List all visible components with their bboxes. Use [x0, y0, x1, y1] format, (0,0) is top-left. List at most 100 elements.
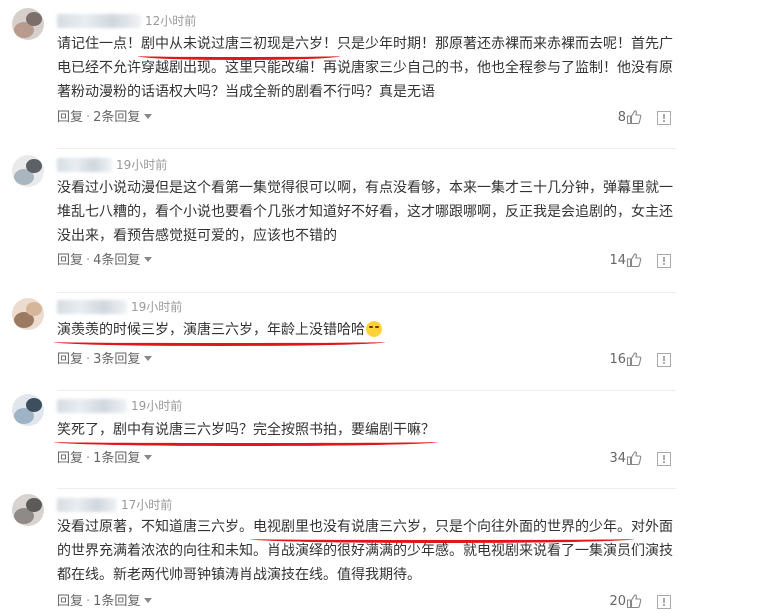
comment-text-segment: 电已经不允许穿越剧出现。这里只能改编！再说唐家三少自己的书，他也全程参与了监制！…: [57, 60, 673, 76]
separator: ·: [86, 110, 91, 125]
comment-author: 19小时前: [57, 154, 167, 172]
comment-divider: [57, 390, 676, 391]
report-icon[interactable]: [657, 595, 671, 609]
comment-text-line: 没看过原著，不知道唐三六岁。电视剧里也没有说唐三六岁，只是个向往外面的世界的少年…: [57, 515, 677, 543]
separator: ·: [86, 253, 91, 268]
highlighted-text-content: 笑死了，剧中有说唐三六岁吗？完全按照书拍，要编剧干嘛？: [57, 422, 435, 438]
username-redacted[interactable]: [57, 13, 141, 28]
replies-count: 3条回复: [93, 352, 141, 367]
avatar-shape: [26, 398, 42, 412]
comment-text-segment: 对外面: [631, 519, 673, 535]
replies-count: 1条回复: [93, 594, 141, 609]
separator: ·: [86, 594, 91, 609]
comment-time: 19小时前: [131, 300, 183, 314]
view-replies-button[interactable]: 3条回复: [93, 351, 153, 369]
avatar-shape: [26, 159, 42, 173]
username-redacted[interactable]: [57, 497, 117, 512]
report-icon[interactable]: [657, 452, 671, 466]
report-icon[interactable]: [657, 254, 671, 268]
separator: ·: [86, 451, 91, 466]
comment-text-segment: 的世界充满着浓浓的向往和未知。肖战演绎的很好满满的少年感。就电视剧来说看了一集演…: [57, 543, 673, 559]
comment-time: 17小时前: [121, 498, 173, 512]
highlighted-text-content: 剧中从未说过唐三初现是六岁！: [141, 36, 337, 52]
reply-button[interactable]: 回复: [57, 252, 83, 270]
comment-actions: 回复 · 4条回复: [57, 252, 153, 270]
comment-text-line: 演羡羡的时候三岁，演唐三六岁，年龄上没错哈哈: [54, 318, 677, 346]
username-redacted[interactable]: [57, 157, 112, 172]
comment-divider: [57, 148, 676, 149]
comment-text-segment: 没看过原著，不知道唐三六岁。: [57, 519, 253, 535]
comment-author: 19小时前: [57, 296, 182, 314]
replies-count: 1条回复: [93, 451, 141, 466]
comment-actions: 回复 · 2条回复: [57, 109, 153, 127]
comment-text-line: 堆乱七八糟的，看个小说也要看个几张才知道好不好看，这才哪跟哪啊，反正我是会追剧的…: [57, 200, 677, 224]
comment-text-segment: 都在线。新老两代帅哥钟镇涛肖战演技在线。值得我期待。: [57, 567, 421, 583]
reply-button[interactable]: 回复: [57, 450, 83, 468]
comment-text-segment: 没出来，看预告感觉挺可爱的，应该也不错的: [57, 228, 337, 244]
avatar[interactable]: [12, 394, 44, 426]
like-count: 16: [609, 352, 626, 367]
comment-text: 笑死了，剧中有说唐三六岁吗？完全按照书拍，要编剧干嘛？: [54, 418, 677, 446]
comment-text-segment: 只是少年时期！那原著还赤裸而来赤裸而去呢！首先广: [337, 36, 673, 52]
like-count: 20: [609, 594, 626, 609]
comment-text: 没看过小说动漫但是这个看第一集觉得很可以啊，有点没看够，本来一集才三十几分钟，弹…: [57, 176, 677, 248]
comment-text-line: 笑死了，剧中有说唐三六岁吗？完全按照书拍，要编剧干嘛？: [54, 418, 677, 446]
highlighted-text: 演羡羡的时候三岁，演唐三六岁，年龄上没错哈哈: [54, 318, 385, 346]
comment-text-line: 请记住一点！剧中从未说过唐三初现是六岁！只是少年时期！那原著还赤裸而来赤裸而去呢…: [57, 32, 677, 60]
replies-count: 4条回复: [93, 253, 141, 268]
avatar[interactable]: [12, 8, 44, 40]
view-replies-button[interactable]: 1条回复: [93, 593, 153, 611]
thumbs-up-icon[interactable]: [626, 593, 642, 609]
thumbs-up-icon[interactable]: [626, 450, 642, 466]
username-redacted[interactable]: [57, 299, 127, 314]
comment-text-line: 电已经不允许穿越剧出现。这里只能改编！再说唐家三少自己的书，他也全程参与了监制！…: [57, 56, 677, 80]
comment-time: 12小时前: [145, 14, 197, 28]
comment-author: 19小时前: [57, 395, 182, 413]
comment-actions: 回复 · 3条回复: [57, 351, 153, 369]
comment-text: 没看过原著，不知道唐三六岁。电视剧里也没有说唐三六岁，只是个向往外面的世界的少年…: [57, 515, 677, 587]
thumbs-up-icon[interactable]: [626, 252, 642, 268]
comment-time: 19小时前: [116, 158, 168, 172]
comment-actions: 回复 · 1条回复: [57, 450, 153, 468]
comment-divider: [57, 488, 676, 489]
reply-button[interactable]: 回复: [57, 593, 83, 611]
view-replies-button[interactable]: 4条回复: [93, 252, 153, 270]
reply-button[interactable]: 回复: [57, 351, 83, 369]
highlighted-text: 剧中从未说过唐三初现是六岁！: [138, 32, 340, 60]
view-replies-button[interactable]: 2条回复: [93, 109, 153, 127]
highlighted-text-content: 演羡羡的时候三岁，演唐三六岁，年龄上没错哈哈: [57, 322, 365, 338]
laughing-tears-emoji: [366, 321, 382, 337]
comment-author: 12小时前: [57, 10, 196, 28]
avatar[interactable]: [12, 494, 44, 526]
comment-text-segment: 堆乱七八糟的，看个小说也要看个几张才知道好不好看，这才哪跟哪啊，反正我是会追剧的…: [57, 204, 673, 220]
like-count: 34: [609, 451, 626, 466]
comment-text-line: 没看过小说动漫但是这个看第一集觉得很可以啊，有点没看够，本来一集才三十几分钟，弹…: [57, 176, 677, 200]
separator: ·: [86, 352, 91, 367]
avatar[interactable]: [12, 298, 44, 330]
comment-text: 请记住一点！剧中从未说过唐三初现是六岁！只是少年时期！那原著还赤裸而来赤裸而去呢…: [57, 32, 677, 104]
comment-time: 19小时前: [131, 399, 183, 413]
comment-actions: 回复 · 1条回复: [57, 593, 153, 611]
thumbs-up-icon[interactable]: [626, 109, 642, 125]
comment-text-segment: 请记住一点！: [57, 36, 141, 52]
report-icon[interactable]: [657, 353, 671, 367]
avatar[interactable]: [12, 155, 44, 187]
reply-button[interactable]: 回复: [57, 109, 83, 127]
avatar-shape: [26, 302, 42, 316]
username-redacted[interactable]: [57, 398, 127, 413]
chevron-down-icon: [144, 455, 153, 460]
highlighted-text: 电视剧里也没有说唐三六岁，只是个向往外面的世界的少年。: [250, 515, 634, 543]
highlighted-text-content: 电视剧里也没有说唐三六岁，只是个向往外面的世界的少年。: [253, 519, 631, 535]
highlighted-text: 笑死了，剧中有说唐三六岁吗？完全按照书拍，要编剧干嘛？: [54, 418, 438, 446]
report-icon[interactable]: [657, 111, 671, 125]
comment-divider: [57, 292, 676, 293]
view-replies-button[interactable]: 1条回复: [93, 450, 153, 468]
replies-count: 2条回复: [93, 110, 141, 125]
avatar-shape: [26, 12, 42, 26]
chevron-down-icon: [144, 598, 153, 603]
comment-text-line: 都在线。新老两代帅哥钟镇涛肖战演技在线。值得我期待。: [57, 563, 677, 587]
avatar-shape: [26, 498, 42, 512]
comment-text-line: 著粉动漫粉的话语权大吗？当成全新的剧看不行吗？真是无语: [57, 80, 677, 104]
chevron-down-icon: [144, 257, 153, 262]
thumbs-up-icon[interactable]: [626, 351, 642, 367]
